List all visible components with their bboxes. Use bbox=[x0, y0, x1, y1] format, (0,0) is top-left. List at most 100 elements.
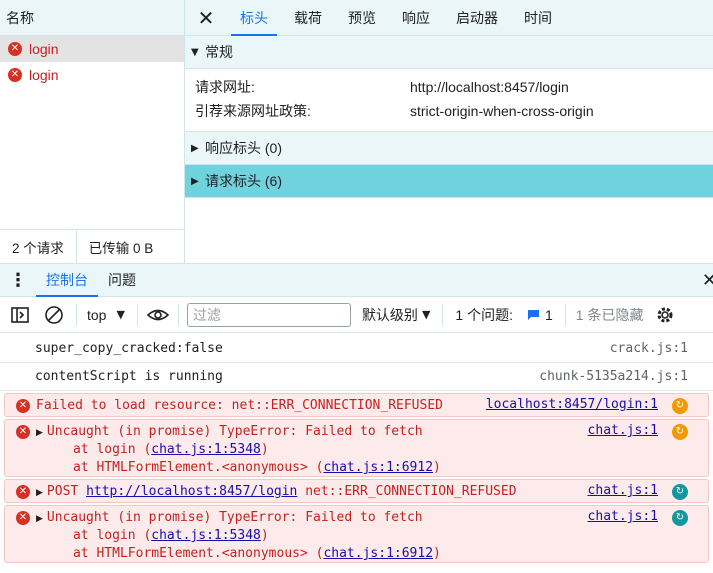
error-text: net::ERR_CONNECTION_REFUSED bbox=[297, 484, 517, 499]
stack-frame-text: ) bbox=[260, 528, 269, 543]
issue-message-icon bbox=[527, 309, 539, 320]
divider bbox=[442, 303, 444, 326]
expanded-triangle-icon: ▼ bbox=[191, 46, 199, 58]
error-icon: ✕ bbox=[8, 68, 22, 82]
stack-frame-text: at login ( bbox=[73, 442, 152, 457]
transferred-size: 已传输 0 B bbox=[88, 240, 154, 256]
detail-tabs: ✕ 标头 载荷 预览 响应 启动器 时间 bbox=[185, 0, 713, 36]
network-status-bar: 2 个请求 已传输 0 B bbox=[0, 229, 184, 264]
message-text: contentScript is running bbox=[35, 369, 223, 384]
stack-frame-link[interactable]: chat.js:1:6912 bbox=[323, 546, 433, 561]
source-refresh-icon[interactable]: ↻ bbox=[672, 484, 688, 500]
error-source-link[interactable]: localhost:8457/login:1 bbox=[486, 397, 658, 412]
console-toolbar: top ▼ 默认级别 ▼ 1 个问题: 1 1 条已隐藏 bbox=[0, 297, 713, 333]
close-icon[interactable]: ✕ bbox=[185, 0, 227, 35]
request-url-link[interactable]: http://localhost:8457/login bbox=[86, 484, 297, 499]
tab-payload[interactable]: 载荷 bbox=[281, 0, 335, 35]
request-row[interactable]: ✕ login bbox=[0, 36, 184, 62]
sidebar-toggle-icon[interactable] bbox=[10, 305, 30, 325]
kebab-menu-icon[interactable]: ⋮ bbox=[0, 264, 36, 296]
console-error-message[interactable]: ✕ ▶ POST http://localhost:8457/login net:… bbox=[4, 479, 709, 503]
request-url-key: 请求网址: bbox=[195, 79, 255, 95]
divider bbox=[564, 303, 566, 326]
referrer-policy-key: 引荐来源网址政策: bbox=[195, 103, 311, 119]
console-log-message: super_copy_cracked:false crack.js:1 bbox=[0, 335, 713, 363]
general-section-header[interactable]: ▼ 常规 bbox=[185, 36, 713, 69]
general-section-body: 请求网址: http://localhost:8457/login 引荐来源网址… bbox=[185, 69, 713, 132]
clear-console-icon[interactable] bbox=[44, 305, 64, 325]
expand-triangle-icon[interactable]: ▶ bbox=[36, 428, 43, 438]
request-headers-section[interactable]: ▶ 请求标头 (6) bbox=[185, 165, 713, 198]
error-icon: ✕ bbox=[16, 399, 30, 413]
error-source-link[interactable]: chat.js:1 bbox=[588, 509, 658, 524]
stack-frame: at HTMLFormElement.<anonymous> (chat.js:… bbox=[5, 545, 708, 563]
issues-label: 1 个问题: bbox=[455, 306, 513, 323]
context-select[interactable]: top ▼ bbox=[87, 307, 125, 323]
collapsed-triangle-icon: ▶ bbox=[191, 142, 199, 154]
stack-frame-text: at login ( bbox=[73, 528, 152, 543]
error-text: POST bbox=[46, 484, 87, 499]
chevron-down-icon: ▼ bbox=[421, 308, 431, 321]
console-error-message[interactable]: ✕ ▶ Uncaught (in promise) TypeError: Fail… bbox=[4, 505, 709, 563]
log-levels-select[interactable]: 默认级别 ▼ bbox=[362, 305, 430, 325]
stack-frame-link[interactable]: chat.js:1:6912 bbox=[323, 460, 433, 475]
request-list: 名称 ✕ login ✕ login 2 个请求 已传输 0 B bbox=[0, 0, 185, 264]
stack-frame-link[interactable]: chat.js:1:5348 bbox=[151, 442, 261, 457]
request-row[interactable]: ✕ login bbox=[0, 62, 184, 88]
stack-frame: at HTMLFormElement.<anonymous> (chat.js:… bbox=[5, 459, 708, 477]
general-section-title: 常规 bbox=[205, 44, 233, 60]
expand-triangle-icon[interactable]: ▶ bbox=[36, 488, 43, 498]
general-row: 请求网址: http://localhost:8457/login bbox=[195, 75, 713, 99]
issue-message-badge: 1 bbox=[527, 307, 553, 323]
eye-icon[interactable] bbox=[146, 305, 170, 325]
error-source-link[interactable]: chat.js:1 bbox=[588, 483, 658, 498]
request-detail: ✕ 标头 载荷 预览 响应 启动器 时间 ▼ 常规 请求网址: http://l… bbox=[185, 0, 713, 263]
response-headers-title: 响应标头 (0) bbox=[205, 140, 282, 156]
response-headers-section[interactable]: ▶ 响应标头 (0) bbox=[185, 132, 713, 165]
error-text: Uncaught (in promise) TypeError: Failed … bbox=[46, 424, 423, 439]
error-icon: ✕ bbox=[16, 425, 30, 439]
stack-frame-text: ) bbox=[433, 460, 441, 475]
request-url-value: http://localhost:8457/login bbox=[410, 79, 569, 95]
tab-response[interactable]: 响应 bbox=[389, 0, 443, 35]
console-error-message[interactable]: ✕ ▶ Uncaught (in promise) TypeError: Fail… bbox=[4, 419, 709, 477]
stack-frame-text: at HTMLFormElement.<anonymous> ( bbox=[73, 546, 324, 561]
stack-frame: at login (chat.js:1:5348) bbox=[5, 527, 708, 545]
stack-frame-link[interactable]: chat.js:1:5348 bbox=[151, 528, 261, 543]
request-name: login bbox=[29, 67, 59, 83]
stack-frame-text: ) bbox=[260, 442, 269, 457]
context-value: top bbox=[87, 306, 107, 323]
settings-gear-icon[interactable] bbox=[655, 305, 675, 325]
tab-console[interactable]: 控制台 bbox=[36, 264, 98, 297]
divider bbox=[177, 303, 179, 326]
collapsed-triangle-icon: ▶ bbox=[191, 175, 199, 187]
source-refresh-icon[interactable]: ↻ bbox=[672, 510, 688, 526]
expand-triangle-icon[interactable]: ▶ bbox=[36, 514, 43, 524]
tab-timing[interactable]: 时间 bbox=[511, 0, 565, 35]
stack-frame-text: at HTMLFormElement.<anonymous> ( bbox=[73, 460, 324, 475]
error-source-link[interactable]: chat.js:1 bbox=[588, 423, 658, 438]
divider bbox=[76, 303, 77, 326]
network-panel: 名称 ✕ login ✕ login 2 个请求 已传输 0 B ✕ 标头 载荷… bbox=[0, 0, 713, 264]
request-list-header[interactable]: 名称 bbox=[0, 0, 184, 36]
error-icon: ✕ bbox=[8, 42, 22, 56]
tab-headers[interactable]: 标头 bbox=[227, 0, 281, 36]
console-log-message: contentScript is running chunk-5135a214.… bbox=[0, 363, 713, 391]
issues-counter[interactable]: 1 个问题: 1 bbox=[455, 305, 552, 325]
request-name: login bbox=[29, 41, 59, 57]
source-refresh-icon[interactable]: ↻ bbox=[672, 398, 688, 414]
message-text: super_copy_cracked:false bbox=[35, 341, 223, 356]
stack-frame-text: ) bbox=[433, 546, 441, 561]
console-error-message: ✕ Failed to load resource: net::ERR_CONN… bbox=[4, 393, 709, 417]
error-icon: ✕ bbox=[16, 511, 30, 525]
tab-preview[interactable]: 预览 bbox=[335, 0, 389, 35]
message-source-link[interactable]: crack.js:1 bbox=[610, 335, 688, 363]
message-source-link[interactable]: chunk-5135a214.js:1 bbox=[539, 363, 688, 391]
filter-input[interactable] bbox=[186, 302, 351, 327]
close-drawer-icon[interactable]: ✕ bbox=[702, 270, 713, 291]
divider bbox=[136, 303, 138, 326]
drawer-tabbar: ⋮ 控制台 问题 ✕ bbox=[0, 263, 713, 297]
source-refresh-icon[interactable]: ↻ bbox=[672, 424, 688, 440]
tab-issues[interactable]: 问题 bbox=[98, 264, 146, 296]
tab-initiator[interactable]: 启动器 bbox=[443, 0, 511, 35]
